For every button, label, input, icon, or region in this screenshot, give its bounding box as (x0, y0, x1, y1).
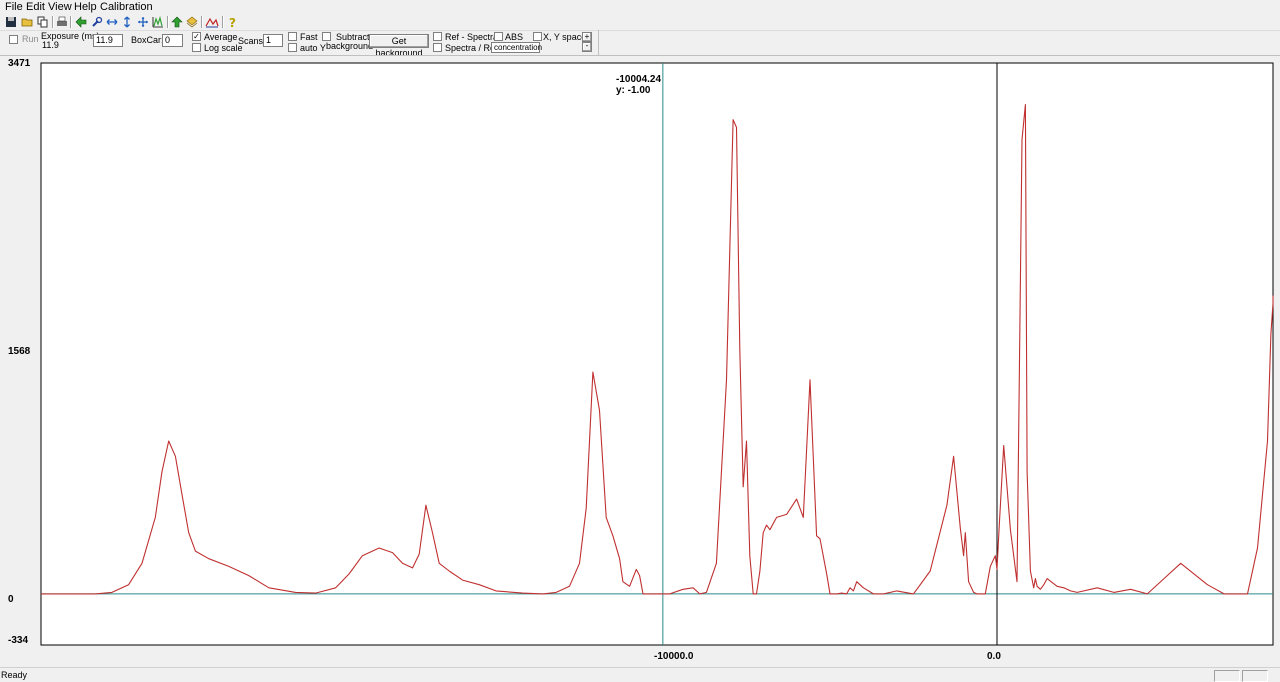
cursor-y-readout: y: -1.00 (616, 85, 651, 96)
y-tick-label: -334 (8, 635, 29, 646)
status-pane (1242, 670, 1268, 682)
y-tick-label: 3471 (8, 58, 31, 69)
y-tick-label: 1568 (8, 346, 31, 357)
status-text: Ready (1, 670, 28, 680)
status-bar: Ready (0, 667, 1280, 682)
status-pane (1214, 670, 1240, 682)
spectrum-plot[interactable] (0, 0, 1280, 681)
cursor-x-readout: -10004.24 (616, 74, 662, 85)
plot-frame (40, 62, 1274, 646)
y-tick-label: 0 (8, 594, 14, 605)
x-tick-label: 0.0 (987, 651, 1001, 662)
x-tick-label: -10000.0 (654, 651, 694, 662)
